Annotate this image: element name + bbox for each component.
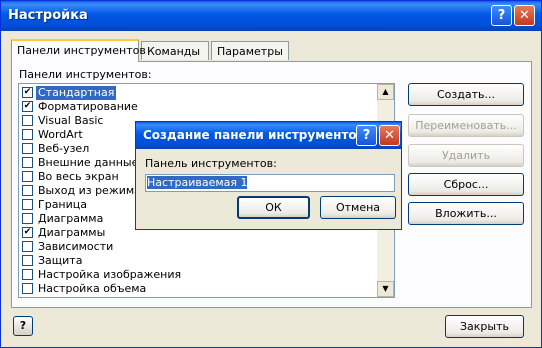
- dialog-help-button[interactable]: ?: [356, 125, 377, 146]
- checkbox[interactable]: [22, 171, 33, 182]
- window-title: Настройка: [8, 8, 88, 23]
- checkbox[interactable]: [22, 241, 33, 252]
- close-button[interactable]: Закрыть: [445, 315, 524, 338]
- checkbox[interactable]: [22, 269, 33, 280]
- close-title-button[interactable]: ✕: [514, 5, 535, 26]
- checkbox[interactable]: [22, 129, 33, 140]
- dialog-title: Создание панели инструментов: [143, 128, 365, 142]
- checkbox[interactable]: [22, 199, 33, 210]
- toolbar-list-item-label: Диаграммы: [38, 226, 106, 239]
- delete-button[interactable]: Удалить: [408, 144, 524, 167]
- help-title-button[interactable]: ?: [491, 5, 512, 26]
- toolbar-list-item-label: Форматирование: [38, 100, 138, 113]
- toolbar-name-input[interactable]: Настраиваемая 1: [145, 174, 395, 192]
- toolbar-list-item-label: Веб-узел: [38, 142, 90, 155]
- checkbox[interactable]: [22, 255, 33, 266]
- dialog-close-button[interactable]: ✕: [379, 125, 400, 146]
- checkbox[interactable]: [22, 283, 33, 294]
- scroll-down-icon[interactable]: ▼: [377, 281, 394, 297]
- checkbox[interactable]: ✔: [22, 87, 33, 98]
- tab-options[interactable]: Параметры: [211, 41, 289, 60]
- checkbox[interactable]: [22, 115, 33, 126]
- toolbar-list-item-label: Диаграмма: [38, 212, 104, 225]
- title-bar: Настройка ? ✕: [1, 1, 541, 31]
- toolbar-list-item-label: Стандартная: [36, 86, 117, 100]
- toolbar-list-item-label: Настройка объема: [38, 282, 147, 295]
- toolbar-list-item-label: Граница: [38, 198, 88, 211]
- scroll-up-icon[interactable]: ▲: [377, 84, 394, 100]
- toolbar-list-item[interactable]: ✔ Стандартная: [19, 86, 377, 100]
- checkbox[interactable]: ✔: [22, 101, 33, 112]
- checkbox[interactable]: [22, 143, 33, 154]
- checkbox[interactable]: [22, 157, 33, 168]
- toolbar-list-item-label: Зависимости: [38, 240, 114, 253]
- toolbar-list-item-label: Настройка изображения: [38, 268, 182, 281]
- create-button[interactable]: Создать...: [408, 83, 524, 106]
- cancel-button[interactable]: Отмена: [320, 196, 396, 219]
- toolbar-list-item-label: WordArt: [38, 128, 83, 141]
- toolbar-list-item-label: Внешние данные: [38, 156, 139, 169]
- reset-button[interactable]: Сброс...: [408, 173, 524, 196]
- attach-button[interactable]: Вложить...: [408, 202, 524, 225]
- dialog-title-bar: Создание панели инструментов ? ✕: [136, 122, 401, 149]
- rename-button[interactable]: Переименовать...: [408, 114, 524, 137]
- tab-commands[interactable]: Команды: [141, 41, 209, 60]
- checkbox[interactable]: ✔: [22, 227, 33, 238]
- toolbar-list-item[interactable]: ✔ Форматирование: [19, 100, 377, 114]
- new-toolbar-dialog: Создание панели инструментов ? ✕ Панель …: [135, 121, 402, 230]
- toolbar-name-label: Панель инструментов:: [145, 157, 277, 170]
- toolbar-list-item[interactable]: Зависимости: [19, 240, 377, 254]
- toolbar-list-item-label: Visual Basic: [38, 114, 104, 127]
- toolbar-list-item[interactable]: Настройка изображения: [19, 268, 377, 282]
- checkbox[interactable]: [22, 185, 33, 196]
- help-icon[interactable]: ?: [13, 316, 33, 336]
- toolbar-list-item-label: Во весь экран: [38, 170, 119, 183]
- toolbars-list-label: Панели инструментов:: [19, 68, 152, 81]
- checkbox[interactable]: [22, 213, 33, 224]
- toolbar-list-item[interactable]: Защита: [19, 254, 377, 268]
- toolbar-list-item[interactable]: Настройка объема: [19, 282, 377, 296]
- toolbar-list-item-label: Защита: [38, 254, 83, 267]
- tab-toolbars[interactable]: Панели инструментов: [11, 39, 146, 62]
- ok-button[interactable]: ОК: [237, 196, 310, 219]
- toolbar-name-value: Настраиваемая 1: [147, 176, 248, 189]
